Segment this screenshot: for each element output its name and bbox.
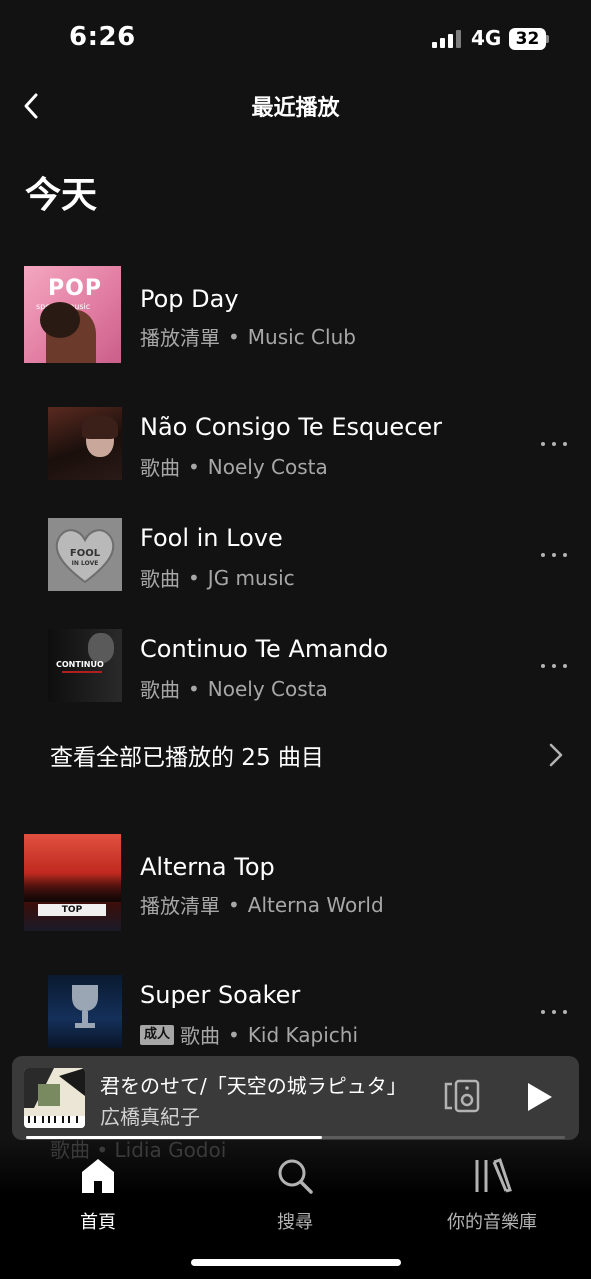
item-subtitle: 歌曲 • Noely Costa <box>140 676 328 703</box>
item-title: Super Soaker <box>140 981 301 1009</box>
chevron-right-icon <box>549 743 563 767</box>
more-options-button[interactable] <box>536 1000 572 1024</box>
nav-label-library: 你的音樂庫 <box>447 1212 537 1233</box>
list-item[interactable]: Não Consigo Te Esquecer 歌曲 • Noely Costa <box>0 407 591 481</box>
item-subtitle: 播放清單 • Music Club <box>140 324 356 351</box>
status-time: 6:26 <box>69 22 136 52</box>
now-playing-artist: 広橋真紀子 <box>100 1105 200 1129</box>
home-icon <box>82 1159 114 1193</box>
playback-progress[interactable] <box>26 1136 565 1139</box>
network-label: 4G <box>471 26 502 50</box>
list-item[interactable]: Super Soaker 成人 歌曲 • Kid Kapichi <box>0 975 591 1049</box>
home-indicator <box>191 1259 401 1266</box>
song-cover: FOOL IN LOVE <box>48 518 122 591</box>
song-cover: CONTINUO <box>48 629 122 702</box>
list-item[interactable]: CONTINUO Continuo Te Amando 歌曲 • Noely Cos… <box>0 629 591 703</box>
section-title-today: 今天 <box>25 175 98 216</box>
now-playing-cover <box>24 1068 85 1128</box>
song-cover <box>48 975 122 1048</box>
now-playing-title: 君をのせて/「天空の城ラピュタ」 <box>100 1074 407 1098</box>
playback-progress-fill <box>26 1136 323 1139</box>
item-subtitle: 成人 歌曲 • Kid Kapichi <box>140 1020 358 1049</box>
item-subtitle: 歌曲 • Noely Costa <box>140 454 328 481</box>
song-cover <box>48 407 122 480</box>
battery-level: 32 <box>509 28 546 50</box>
connect-device-icon[interactable] <box>442 1078 482 1114</box>
explicit-badge: 成人 <box>140 1024 175 1045</box>
item-title: Fool in Love <box>140 524 283 552</box>
item-subtitle: 播放清單 • Alterna World <box>140 892 384 919</box>
library-icon <box>475 1158 512 1193</box>
more-options-button[interactable] <box>536 543 572 567</box>
list-item[interactable]: POP special music Pop Day 播放清單•Music Clu… <box>0 266 591 364</box>
nav-home[interactable]: 首頁 <box>58 1156 138 1234</box>
play-icon[interactable] <box>522 1080 556 1114</box>
item-title: Alterna Top <box>140 853 275 881</box>
list-item[interactable]: TOP Alterna Top 播放清單 • Alterna World <box>0 834 591 932</box>
more-options-button[interactable] <box>536 432 572 456</box>
signal-icon <box>432 30 462 48</box>
playlist-cover: POP special music <box>24 266 121 363</box>
search-icon <box>278 1159 313 1194</box>
mini-player[interactable]: 君をのせて/「天空の城ラピュタ」 広橋真紀子 <box>12 1056 579 1140</box>
item-title: Não Consigo Te Esquecer <box>140 413 443 441</box>
nav-label-home: 首頁 <box>80 1212 116 1233</box>
see-all-tracks-link[interactable]: 查看全部已播放的 25 曲目 <box>50 738 324 772</box>
more-options-button[interactable] <box>536 654 572 678</box>
playlist-cover: TOP <box>24 834 121 931</box>
item-subtitle: 歌曲 • JG music <box>140 565 295 592</box>
page-title: 最近播放 <box>251 96 340 121</box>
item-title: Continuo Te Amando <box>140 635 389 663</box>
list-item[interactable]: FOOL IN LOVE Fool in Love 歌曲 • JG music <box>0 518 591 592</box>
item-title: Pop Day <box>140 285 239 313</box>
nav-library[interactable]: 你的音樂庫 <box>432 1156 552 1234</box>
battery-icon: 32 <box>509 28 549 50</box>
nav-label-search: 搜尋 <box>277 1212 313 1233</box>
nav-search[interactable]: 搜尋 <box>255 1156 335 1234</box>
